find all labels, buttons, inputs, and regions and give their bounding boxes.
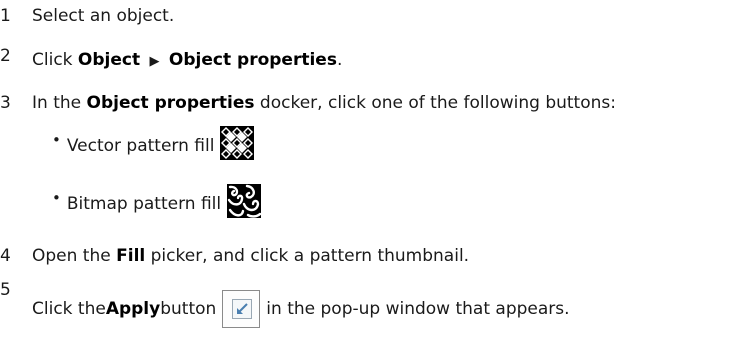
menu-arrow-icon: ▶ [149,54,160,69]
bitmap-pattern-fill-icon [227,184,262,223]
step-text-part: docker, click one of the following butto… [254,93,616,113]
step-text: Click Object ▶ Object properties. [32,50,342,72]
step-text-part: in the pop-up window that appears. [266,299,570,319]
option-bitmap-pattern-fill: • Bitmap pattern fill [52,184,262,223]
vector-pattern-fill-icon [220,126,255,165]
bullet: • [52,130,61,149]
step-number: 5 [0,280,11,300]
step-text: Open the Fill picker, and click a patter… [32,246,469,266]
option-label: Bitmap pattern fill [66,193,222,214]
apply-label: Apply [105,299,161,319]
step-text-part: Select an object. [32,6,175,26]
step-number: 2 [0,46,11,66]
step-text-part: Click the [32,299,106,319]
step-text-part: picker, and click a pattern thumbnail. [145,246,470,266]
apply-icon [232,299,253,319]
docker-name: Object properties [86,93,255,113]
step-number: 3 [0,93,11,113]
step-text-part: button [160,299,217,319]
step-text: In the Object properties docker, click o… [32,93,616,113]
apply-button [222,290,261,328]
step-text-part: In the [32,93,87,113]
option-vector-pattern-fill: • Vector pattern fill [52,126,255,165]
step-text-part: Click [32,50,78,70]
step-number: 1 [0,6,11,26]
step-text-part: . [336,50,343,70]
bullet: • [52,188,61,207]
option-label: Vector pattern fill [66,135,215,156]
step-text: Select an object. [32,6,174,26]
menu-object: Object [77,50,141,70]
fill-picker-name: Fill [116,246,146,266]
step-number: 4 [0,246,11,266]
step-text-part: Open the [32,246,117,266]
step-text: Click the Apply button in the pop-up win… [32,290,570,328]
menu-object-properties: Object properties [168,50,337,70]
